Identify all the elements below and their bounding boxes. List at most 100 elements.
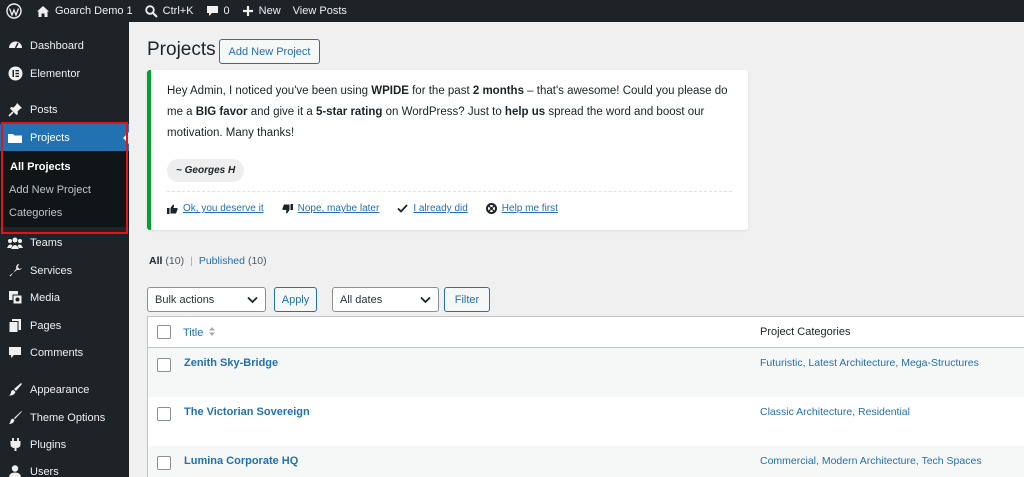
sidebar-item-projects[interactable]: Projects [0,124,129,151]
sidebar-item-label: Theme Options [30,411,106,424]
submenu-add-new-project[interactable]: Add New Project [9,184,91,196]
project-title-link[interactable]: The Victorian Sovereign [184,406,310,418]
sidebar-item-dashboard[interactable]: Dashboard [0,32,129,59]
select-all-checkbox[interactable] [157,325,171,339]
bulk-actions-select[interactable]: Bulk actions [147,287,266,312]
site-name-link[interactable]: Goarch Demo 1 [30,0,139,22]
comments-count: 0 [223,5,230,17]
lifebuoy-icon [485,203,497,214]
table-row: The Victorian Sovereign Classic Architec… [148,397,1024,446]
notice-message: Hey Admin, I noticed you've been using W… [167,85,728,139]
comment-icon [7,345,23,361]
new-label: New [258,5,281,17]
notice-divider [167,191,732,192]
sidebar-item-label: Services [30,264,73,277]
title-column-header[interactable]: Title [183,326,216,340]
main-content: Projects Add New Project Hey Admin, I no… [129,22,1024,477]
sidebar-item-theme-options[interactable]: Theme Options [0,404,129,431]
status-filter-links: All (10) | Published (10) [149,255,267,267]
sidebar-item-pages[interactable]: Pages [0,312,129,339]
table-header: Title Project Categories [148,317,1024,348]
page-title: Projects [147,39,216,60]
sidebar-item-label: Elementor [30,67,81,80]
sidebar-item-teams[interactable]: Teams [0,229,129,256]
add-new-project-button[interactable]: Add New Project [219,39,320,64]
project-categories[interactable]: Commercial, Modern Architecture, Tech Sp… [760,455,982,467]
comment-bubble-icon [206,5,219,17]
groups-icon [7,235,23,251]
filter-all-link[interactable]: All (10) [149,255,184,267]
admin-sidebar: Dashboard Elementor Posts Projects All P… [0,22,129,477]
thumbs-up-icon [167,204,178,214]
sidebar-item-label: Dashboard [30,39,84,52]
sidebar-item-media[interactable]: Media [0,284,129,311]
sidebar-item-label: Teams [30,236,63,249]
apply-button[interactable]: Apply [274,287,317,312]
new-content-link[interactable]: New [236,0,287,22]
elementor-icon [7,66,23,82]
site-name: Goarch Demo 1 [55,5,133,17]
sidebar-item-services[interactable]: Services [0,257,129,284]
plugin-icon [7,437,23,453]
search-icon [144,4,158,18]
chevron-down-icon [247,295,258,307]
filter-separator: | [190,255,193,267]
user-icon [7,464,23,477]
row-checkbox[interactable] [157,407,171,421]
view-posts-link[interactable]: View Posts [287,0,353,22]
folder-icon [7,130,23,146]
sort-arrows-icon [208,326,216,340]
sidebar-item-label: Comments [30,346,84,359]
sidebar-item-elementor[interactable]: Elementor [0,60,129,87]
notice-signature: ~ Georges H [167,159,245,182]
sidebar-item-users[interactable]: Users [0,458,129,477]
sidebar-item-label: Posts [30,103,58,116]
sidebar-item-label: Media [30,291,60,304]
dashboard-icon [7,38,23,54]
project-title-link[interactable]: Zenith Sky-Bridge [184,357,278,369]
date-filter-select[interactable]: All dates [332,287,439,312]
nope-maybe-later-link[interactable]: Nope, maybe later [281,203,379,214]
filter-button[interactable]: Filter [444,287,490,312]
home-icon [36,5,50,18]
row-checkbox[interactable] [157,358,171,372]
sidebar-item-posts[interactable]: Posts [0,96,129,123]
sidebar-item-label: Users [30,465,59,477]
chevron-down-icon [420,295,431,307]
project-categories[interactable]: Futuristic, Latest Architecture, Mega-St… [760,357,979,369]
media-icon [7,290,23,306]
submenu-all-projects[interactable]: All Projects [10,161,71,173]
submenu-categories[interactable]: Categories [9,207,62,219]
ok-deserve-it-link[interactable]: Ok, you deserve it [167,203,264,214]
project-categories[interactable]: Classic Architecture, Residential [760,406,910,418]
help-me-first-link[interactable]: Help me first [485,203,558,214]
thumbs-down-icon [281,203,293,214]
view-posts-label: View Posts [292,5,347,17]
admin-bar: Goarch Demo 1 Ctrl+K 0 New View Posts [0,0,1024,22]
sidebar-item-label: Projects [30,131,70,144]
already-did-link[interactable]: I already did [397,203,468,214]
sidebar-item-label: Pages [30,319,62,332]
sidebar-item-comments[interactable]: Comments [0,339,129,366]
row-checkbox[interactable] [157,456,171,470]
comments-link[interactable]: 0 [200,0,236,22]
plus-icon [242,5,254,17]
search-shortcut-label: Ctrl+K [162,5,194,17]
filter-published-link[interactable]: Published (10) [199,255,267,267]
wrench-icon [7,263,23,279]
sidebar-item-appearance[interactable]: Appearance [0,376,129,403]
categories-column-header: Project Categories [760,326,851,338]
sidebar-item-label: Appearance [30,383,90,396]
command-palette-button[interactable]: Ctrl+K [139,0,200,22]
notice-actions: Ok, you deserve it Nope, maybe later I a… [167,203,576,214]
checkmark-icon [397,204,408,213]
wordpress-logo-icon[interactable] [0,0,30,22]
rating-notice: Hey Admin, I noticed you've been using W… [147,70,748,230]
project-title-link[interactable]: Lumina Corporate HQ [184,455,298,467]
sidebar-item-plugins[interactable]: Plugins [0,431,129,458]
sidebar-item-label: Plugins [30,438,67,451]
pin-icon [7,102,23,118]
projects-table: Title Project Categories Zenith Sky-Brid… [147,316,1024,477]
pages-icon [7,318,23,334]
brush-icon [7,382,23,398]
